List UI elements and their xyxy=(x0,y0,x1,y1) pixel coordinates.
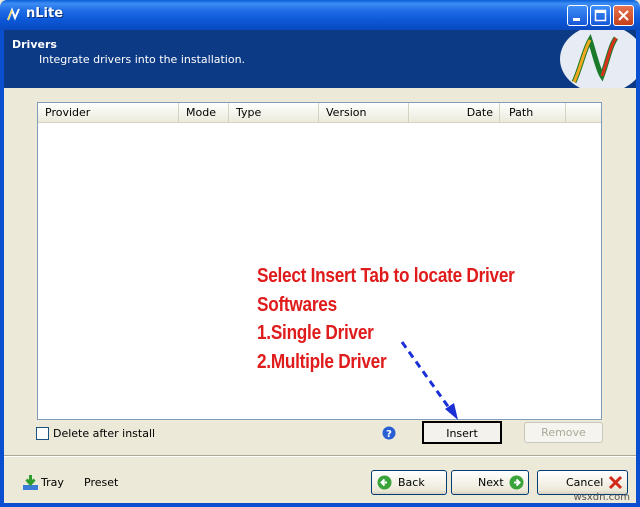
remove-button[interactable]: Remove xyxy=(524,422,603,443)
annotation-line: 2.Multiple Driver xyxy=(257,350,387,373)
window-frame-right xyxy=(636,30,640,507)
tray-label: Tray xyxy=(41,476,64,489)
svg-text:?: ? xyxy=(386,429,392,440)
preset-button[interactable]: Preset xyxy=(84,476,118,489)
back-arrow-icon xyxy=(377,475,392,490)
instruction-annotation: Select Insert Tab to locate Driver Softw… xyxy=(257,262,515,376)
nlite-logo-icon xyxy=(560,30,636,88)
cancel-x-icon xyxy=(608,475,623,490)
column-type[interactable]: Type xyxy=(229,103,319,122)
page-subtitle: Integrate drivers into the installation. xyxy=(39,53,246,66)
back-label: Back xyxy=(398,476,425,489)
annotation-line: Select Insert Tab to locate Driver xyxy=(257,265,515,287)
window-title: nLite xyxy=(26,6,64,21)
footer-divider xyxy=(4,455,636,457)
watermark: wsxdn.com xyxy=(573,492,630,503)
title-bar[interactable]: nLite xyxy=(0,0,640,30)
minimize-icon xyxy=(573,18,580,21)
column-date[interactable]: Date xyxy=(409,103,500,122)
tray-download-icon xyxy=(23,475,38,490)
insert-button[interactable]: Insert xyxy=(422,421,502,444)
annotation-line: Softwares xyxy=(257,293,337,316)
window-frame-left xyxy=(0,30,4,507)
dashed-arrow-icon xyxy=(400,341,458,420)
column-mode[interactable]: Mode xyxy=(179,103,229,122)
nlite-app-icon xyxy=(7,7,20,21)
cancel-label: Cancel xyxy=(566,476,604,489)
delete-after-install-checkbox[interactable] xyxy=(36,427,49,440)
list-header: Provider Mode Type Version Date Path xyxy=(38,103,601,123)
column-provider[interactable]: Provider xyxy=(38,103,179,122)
help-icon[interactable]: ? xyxy=(382,426,396,440)
maximize-button[interactable] xyxy=(590,5,611,26)
minimize-button[interactable] xyxy=(567,5,588,26)
next-button[interactable]: Next xyxy=(451,470,529,495)
annotation-line: 1.Single Driver xyxy=(257,322,374,345)
window-frame-bottom xyxy=(0,503,640,507)
back-button[interactable]: Back xyxy=(371,470,447,495)
column-version[interactable]: Version xyxy=(319,103,409,122)
next-arrow-icon xyxy=(509,475,524,490)
page-header: Drivers Integrate drivers into the insta… xyxy=(4,30,636,88)
delete-after-install-label[interactable]: Delete after install xyxy=(53,427,155,440)
maximize-icon xyxy=(594,9,607,22)
close-window-button[interactable] xyxy=(613,5,634,26)
close-icon xyxy=(618,10,629,21)
column-path[interactable]: Path xyxy=(500,103,566,122)
next-label: Next xyxy=(478,476,504,489)
page-title: Drivers xyxy=(12,38,57,51)
